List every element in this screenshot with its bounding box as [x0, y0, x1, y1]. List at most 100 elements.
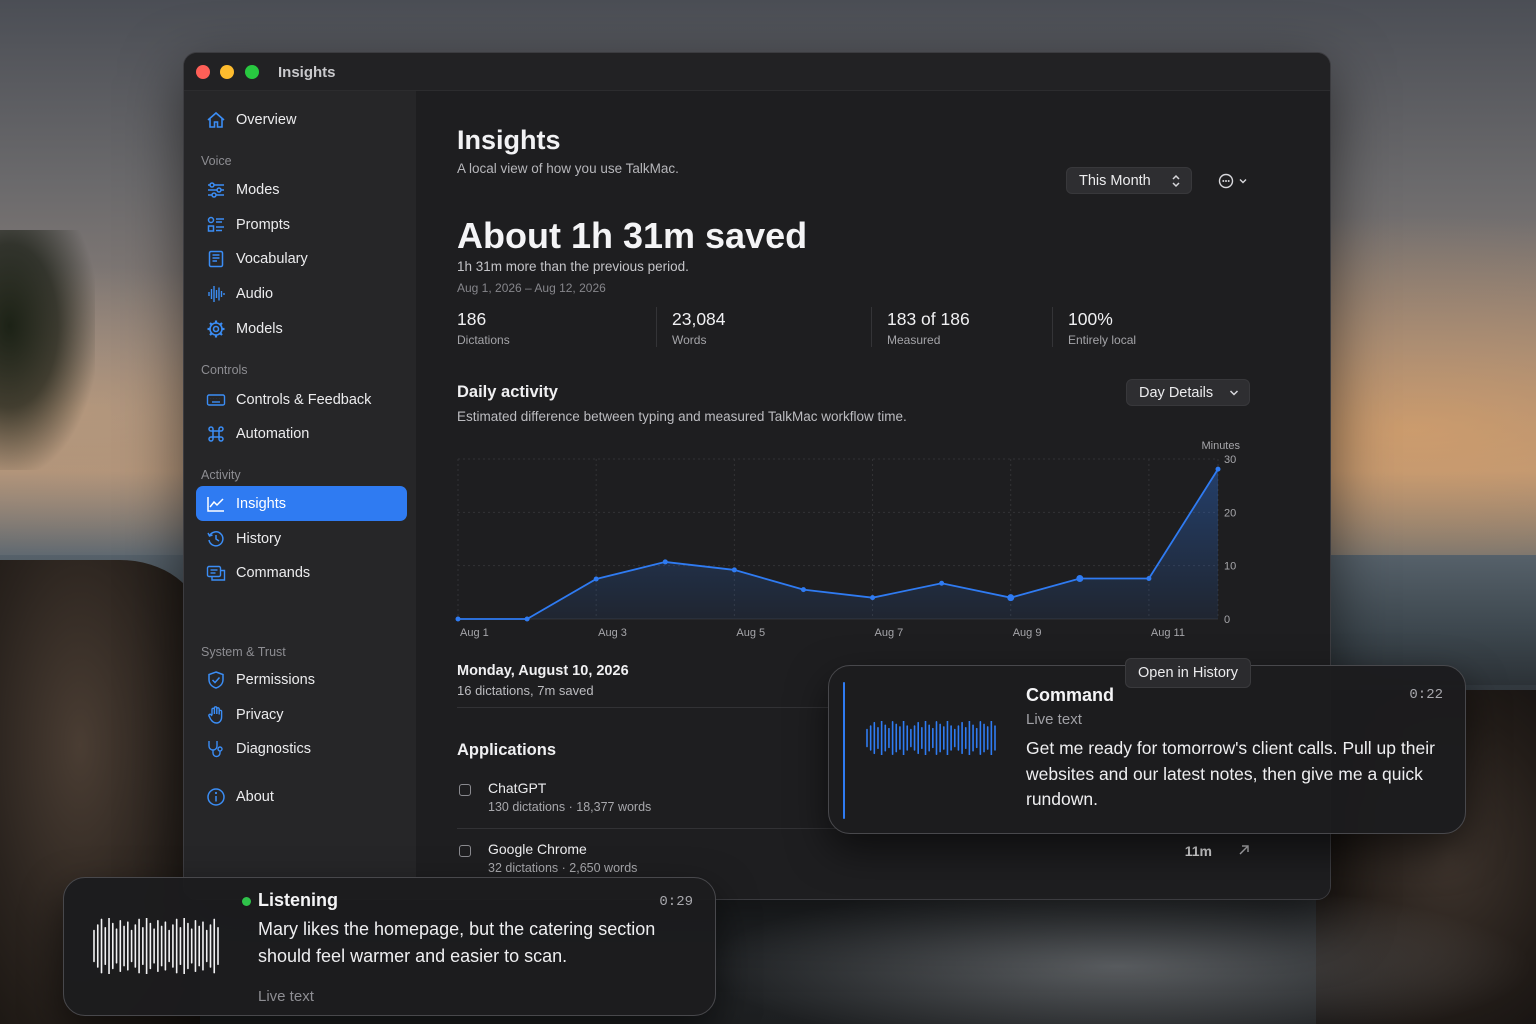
sidebar-item-vocabulary[interactable]: Vocabulary — [196, 241, 407, 276]
chart-line-icon — [207, 496, 224, 512]
stat-value: 100% — [1068, 309, 1113, 329]
sidebar-item-insights[interactable]: Insights — [196, 486, 407, 521]
clock-history-icon — [207, 530, 224, 547]
sidebar-item-controls-feedback[interactable]: Controls & Feedback — [196, 382, 407, 417]
data-point — [1076, 574, 1084, 582]
info-icon — [207, 787, 225, 806]
sidebar-item-label: Overview — [236, 111, 297, 128]
more-options-button[interactable] — [1216, 171, 1252, 191]
app-row-google-chrome[interactable]: Google Chrome 32 dictations · 2,650 word… — [457, 841, 1250, 881]
sidebar-item-label: Controls & Feedback — [236, 391, 372, 408]
sidebar-item-label: History — [236, 530, 282, 547]
stat-label: Measured — [887, 333, 941, 347]
zoom-window-button[interactable] — [245, 65, 259, 79]
listening-title: Listening — [258, 890, 338, 910]
daily-activity-subtitle: Estimated difference between typing and … — [457, 409, 907, 424]
prompts-icon — [207, 216, 224, 232]
stat-divider — [1052, 307, 1053, 347]
x-tick-label: Aug 11 — [1151, 627, 1185, 639]
data-point — [662, 559, 668, 565]
app-name: Google Chrome — [488, 841, 587, 857]
sidebar-item-history[interactable]: History — [196, 521, 407, 556]
daily-activity-chart[interactable]: 0 10 20 30 Minutes Aug 1 Aug 3 Aug 5 Aug 7 Aug 9 A… — [446, 431, 1276, 641]
app-checkbox[interactable] — [459, 784, 471, 796]
sidebar-item-label: Commands — [236, 564, 311, 581]
gear-icon — [207, 320, 225, 337]
sidebar-item-label: About — [236, 788, 274, 805]
sidebar-item-models[interactable]: Models — [196, 311, 407, 346]
commands-icon — [206, 565, 226, 581]
period-select[interactable]: This Month — [1066, 167, 1192, 194]
home-icon — [207, 111, 225, 128]
stat-local: 100% Entirely local — [1068, 309, 1136, 347]
stat-label: Words — [672, 333, 707, 347]
waveform-icon — [93, 918, 219, 974]
sidebar-item-privacy[interactable]: Privacy — [196, 697, 407, 732]
y-axis-label: Minutes — [1201, 440, 1240, 452]
section-label-system-trust: System & Trust — [201, 645, 286, 659]
stat-value: 23,084 — [672, 309, 726, 329]
data-point — [1146, 575, 1152, 581]
chevron-down-icon — [1229, 390, 1239, 396]
sidebar-item-permissions[interactable]: Permissions — [196, 662, 407, 697]
stat-value: 186 — [457, 309, 487, 329]
page-subtitle: A local view of how you use TalkMac. — [457, 161, 679, 176]
shield-check-icon — [208, 670, 224, 689]
minimize-window-button[interactable] — [220, 65, 234, 79]
app-time-saved: 11m — [1184, 843, 1212, 859]
sidebar: Overview Voice Modes Prompts Vocabulary … — [184, 91, 416, 899]
sidebar-item-label: Modes — [236, 181, 280, 198]
book-icon — [208, 250, 224, 267]
x-tick-label: Aug 3 — [598, 627, 627, 639]
sidebar-item-diagnostics[interactable]: Diagnostics — [196, 731, 407, 766]
sidebar-item-label: Privacy — [236, 706, 284, 723]
sidebar-item-label: Vocabulary — [236, 250, 308, 267]
surf-foam — [700, 880, 1536, 1024]
period-select-value: This Month — [1079, 172, 1151, 189]
sidebar-item-overview[interactable]: Overview — [196, 102, 407, 137]
data-point — [593, 576, 599, 582]
page-title: Insights — [457, 125, 561, 155]
day-details-value: Day Details — [1139, 384, 1214, 401]
date-range: Aug 1, 2026 – Aug 12, 2026 — [457, 281, 606, 295]
section-label-controls: Controls — [201, 363, 248, 377]
command-timer: 0:22 — [1409, 687, 1443, 703]
app-name: ChatGPT — [488, 780, 547, 796]
app-checkbox[interactable] — [459, 845, 471, 857]
listening-transcript: Mary likes the homepage, but the caterin… — [258, 919, 656, 966]
data-point — [870, 595, 876, 601]
y-tick-label: 20 — [1224, 507, 1236, 519]
applications-title: Applications — [457, 741, 557, 759]
listening-status-dot — [242, 897, 251, 906]
sliders-icon — [208, 181, 224, 198]
stat-measured: 183 of 186 Measured — [887, 309, 970, 347]
stat-words: 23,084 Words — [672, 309, 726, 347]
sidebar-item-label: Audio — [236, 285, 274, 302]
close-window-button[interactable] — [196, 65, 210, 79]
listening-overlay: Listening Mary likes the homepage, but t… — [63, 877, 716, 1016]
sidebar-item-label: Permissions — [236, 671, 315, 688]
sidebar-item-automation[interactable]: Automation — [196, 416, 407, 451]
open-arrow-icon[interactable] — [1238, 844, 1250, 856]
data-point — [1007, 594, 1015, 602]
app-meta: 32 dictations · 2,650 words — [488, 861, 638, 875]
sidebar-item-about[interactable]: About — [196, 779, 407, 814]
area-fill — [458, 469, 1218, 619]
day-details-select[interactable]: Day Details — [1126, 379, 1250, 406]
command-accent-bar — [843, 682, 845, 819]
x-tick-label: Aug 9 — [1013, 627, 1042, 639]
waveform-icon — [208, 285, 225, 302]
sidebar-item-audio[interactable]: Audio — [196, 276, 407, 311]
command-transcript: Get me ready for tomorrow's client calls… — [1026, 738, 1435, 809]
open-in-history-button[interactable]: Open in History — [1125, 658, 1251, 688]
data-point — [455, 616, 461, 622]
time-saved-headline: About 1h 31m saved — [457, 215, 808, 256]
sidebar-item-commands[interactable]: Commands — [196, 555, 407, 590]
sidebar-item-prompts[interactable]: Prompts — [196, 207, 407, 242]
stat-label: Entirely local — [1068, 333, 1137, 347]
sidebar-item-label: Insights — [236, 495, 286, 512]
sidebar-item-modes[interactable]: Modes — [196, 172, 407, 207]
command-title: Command — [1026, 685, 1115, 705]
title-bar: Insights — [184, 53, 1330, 91]
daily-activity-title: Daily activity — [457, 383, 558, 401]
